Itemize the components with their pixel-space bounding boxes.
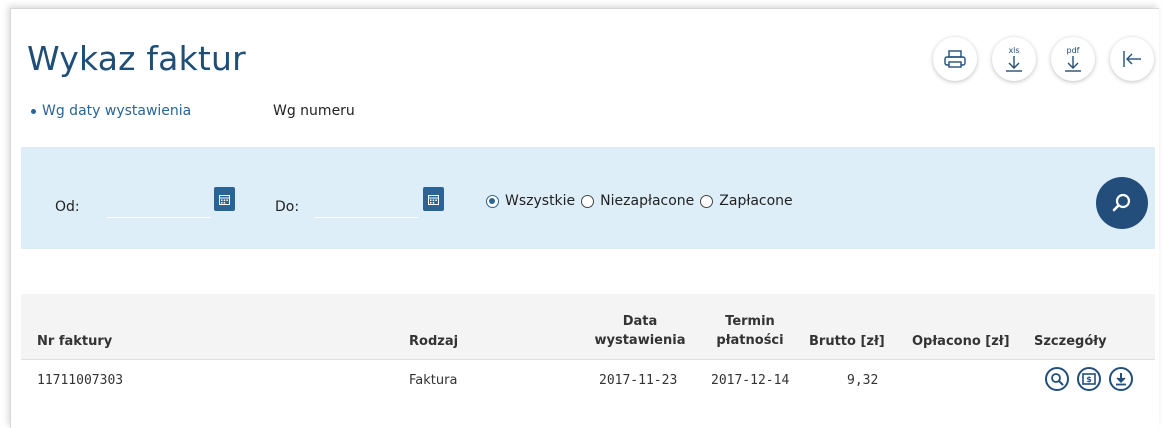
date-to-input[interactable] (314, 193, 418, 218)
print-button[interactable] (933, 37, 977, 81)
col-header-type: Rodzaj (409, 334, 459, 349)
cell-invoice-number: 11711007303 (37, 373, 124, 388)
col-header-issue-date-line1: Data (622, 314, 658, 329)
col-header-due-date-line2: płatności (716, 333, 784, 348)
search-button[interactable] (1096, 177, 1148, 229)
col-header-due-date: Termin płatności (705, 312, 795, 350)
calendar-icon (428, 194, 439, 205)
radio-paid[interactable]: Zapłacone (700, 193, 793, 209)
magnifier-icon (1051, 373, 1064, 386)
pay-invoice-button[interactable]: $ (1077, 367, 1101, 391)
cell-due-date: 2017-12-14 (711, 373, 790, 388)
radio-all[interactable]: Wszystkie (486, 193, 575, 209)
cell-issue-date: 2017-11-23 (599, 373, 678, 388)
date-to-calendar-button[interactable] (423, 187, 444, 211)
radio-circle (700, 194, 714, 208)
download-invoice-button[interactable] (1109, 367, 1133, 391)
pdf-download-icon: pdf (1065, 46, 1081, 72)
date-from-calendar-button[interactable] (214, 187, 235, 211)
cell-gross: 9,32 (847, 373, 879, 388)
sort-by-number-tab[interactable]: Wg numeru (273, 103, 355, 119)
pdf-download-button[interactable]: pdf (1051, 37, 1095, 81)
invoice-list-panel: Wykaz faktur Wg daty wystawienia Wg nume… (10, 8, 1159, 428)
col-header-due-date-line1: Termin (725, 314, 775, 329)
view-details-button[interactable] (1045, 367, 1069, 391)
page-title: Wykaz faktur (27, 39, 246, 78)
col-header-issue-date-line2: wystawienia (594, 333, 686, 348)
radio-unpaid-label: Niezapłacone (600, 193, 695, 209)
active-bullet-icon (31, 108, 36, 114)
search-icon (1112, 193, 1131, 212)
collapse-left-icon (1123, 51, 1141, 67)
radio-circle-selected (486, 194, 499, 208)
xls-download-icon: xls (1006, 46, 1022, 72)
xls-label: xls (1008, 46, 1019, 55)
money-icon: $ (1082, 373, 1096, 385)
col-header-details: Szczegóły (1034, 334, 1107, 349)
payment-status-radio-group: Wszystkie Niezapłacone Zapłacone (486, 193, 799, 209)
invoice-table-header: Nr faktury Rodzaj Data wystawienia Termi… (21, 294, 1155, 360)
calendar-icon (219, 194, 230, 205)
filter-panel: Od: Do: Wszystkie Niezapłacone Zapłacone (21, 147, 1155, 249)
cell-type: Faktura (409, 373, 458, 388)
radio-unpaid[interactable]: Niezapłacone (581, 193, 694, 209)
radio-circle (581, 194, 595, 208)
col-header-gross: Brutto [zł] (809, 334, 885, 349)
date-from-input[interactable] (107, 193, 211, 218)
sort-by-date-label: Wg daty wystawienia (42, 103, 192, 119)
print-icon (944, 50, 966, 68)
date-from-label: Od: (55, 199, 80, 215)
svg-text:$: $ (1086, 375, 1092, 384)
xls-download-button[interactable]: xls (992, 37, 1036, 81)
radio-paid-label: Zapłacone (719, 193, 793, 209)
col-header-paid: Opłacono [zł] (912, 334, 1010, 349)
collapse-button[interactable] (1110, 37, 1154, 81)
table-row: 11711007303 Faktura 2017-11-23 2017-12-1… (21, 360, 1155, 406)
download-icon (1116, 373, 1126, 386)
sort-by-date-tab[interactable]: Wg daty wystawienia (31, 103, 191, 119)
col-header-issue-date: Data wystawienia (587, 312, 693, 350)
pdf-label: pdf (1067, 46, 1080, 55)
col-header-number: Nr faktury (37, 334, 113, 349)
radio-all-label: Wszystkie (505, 193, 576, 209)
date-to-label: Do: (275, 199, 300, 215)
